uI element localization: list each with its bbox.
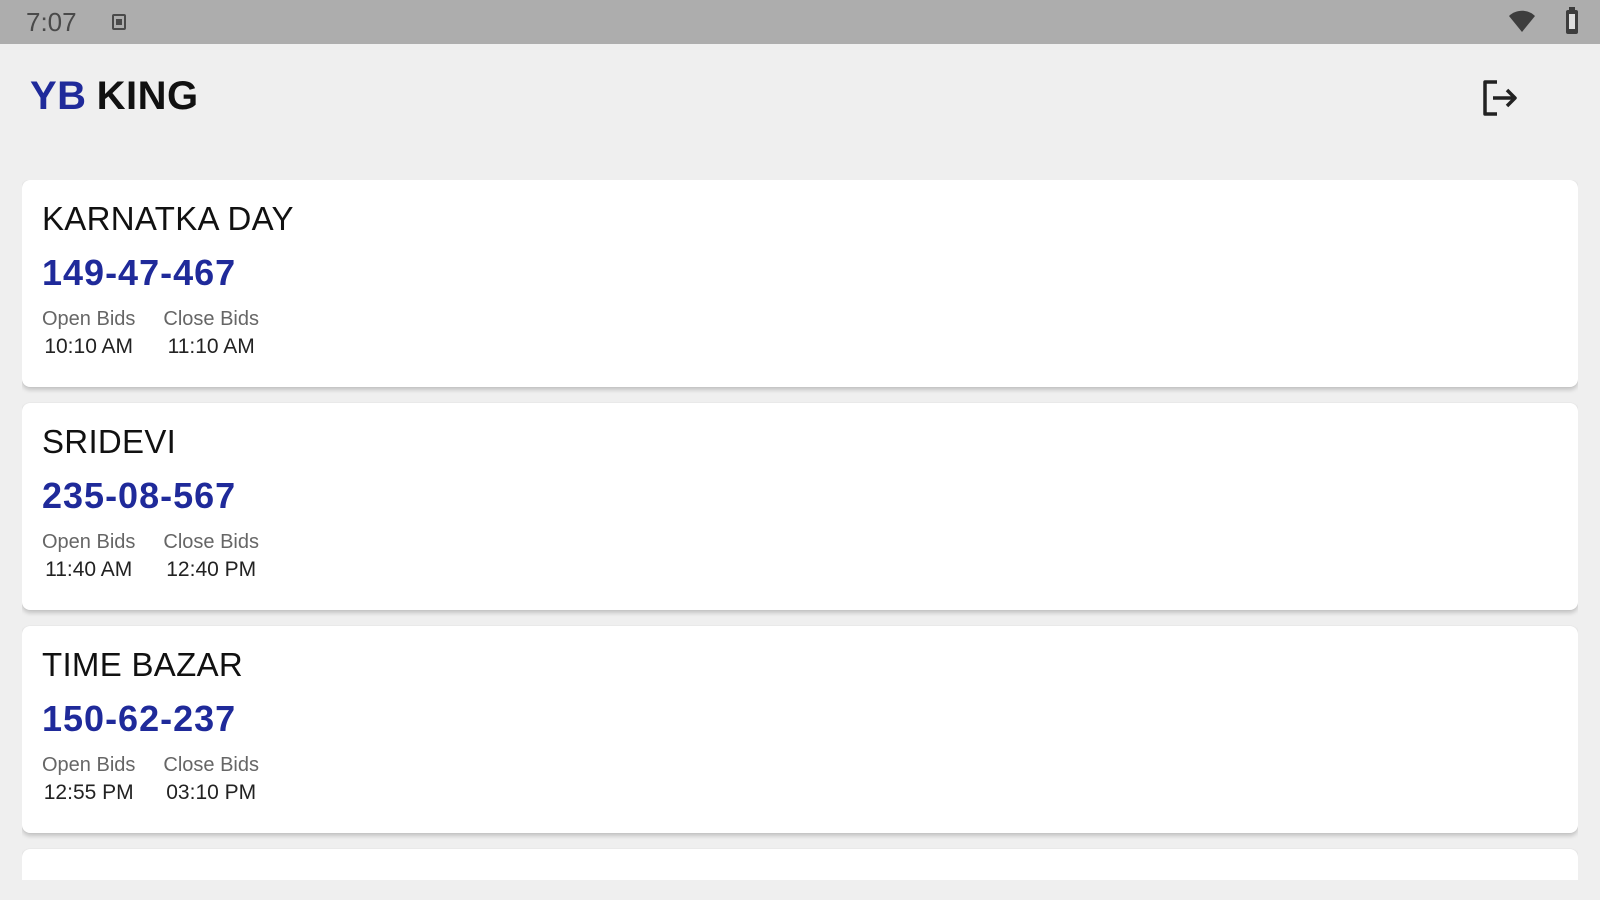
- app-header: YB KING: [0, 44, 1600, 154]
- close-bids: Close Bids 03:10 PM: [163, 754, 259, 805]
- close-bids-time: 12:40 PM: [166, 558, 257, 581]
- bid-times: Open Bids 11:40 AM Close Bids 12:40 PM: [42, 531, 1558, 582]
- close-bids-label: Close Bids: [163, 308, 259, 330]
- game-card[interactable]: SRIDEVI 235-08-567 Open Bids 11:40 AM Cl…: [22, 403, 1578, 610]
- bid-times: Open Bids 12:55 PM Close Bids 03:10 PM: [42, 754, 1558, 805]
- logout-icon: [1483, 80, 1517, 116]
- open-bids-time: 12:55 PM: [43, 781, 134, 804]
- logout-button[interactable]: [1476, 74, 1524, 122]
- close-bids-time: 03:10 PM: [166, 781, 257, 804]
- notification-icon: [112, 14, 126, 30]
- open-bids: Open Bids 11:40 AM: [42, 531, 135, 582]
- bid-times: Open Bids 10:10 AM Close Bids 11:10 AM: [42, 308, 1558, 359]
- game-card[interactable]: TIME BAZAR 150-62-237 Open Bids 12:55 PM…: [22, 626, 1578, 833]
- close-bids: Close Bids 12:40 PM: [163, 531, 259, 582]
- status-time: 7:07: [26, 7, 77, 37]
- game-list[interactable]: KARNATKA DAY 149-47-467 Open Bids 10:10 …: [22, 180, 1578, 880]
- wifi-icon: [1509, 10, 1535, 32]
- game-card-partial[interactable]: [22, 849, 1578, 880]
- close-bids-label: Close Bids: [163, 754, 259, 776]
- open-bids: Open Bids 12:55 PM: [42, 754, 135, 805]
- open-bids-time: 11:40 AM: [45, 558, 133, 581]
- game-card[interactable]: KARNATKA DAY 149-47-467 Open Bids 10:10 …: [22, 180, 1578, 387]
- battery-icon: [1566, 7, 1578, 34]
- status-icons: [1508, 7, 1578, 36]
- open-bids: Open Bids 10:10 AM: [42, 308, 135, 359]
- close-bids: Close Bids 11:10 AM: [163, 308, 259, 359]
- open-bids-label: Open Bids: [42, 308, 136, 330]
- open-bids-time: 10:10 AM: [44, 335, 134, 358]
- app-logo: YB KING: [30, 74, 199, 119]
- status-bar: 7:07: [0, 0, 1600, 44]
- game-result: 235-08-567: [42, 475, 237, 516]
- brand-part-yb: YB: [30, 74, 87, 118]
- game-name: SRIDEVI: [42, 423, 177, 460]
- game-name: TIME BAZAR: [42, 646, 244, 683]
- game-name: KARNATKA DAY: [42, 200, 294, 237]
- close-bids-label: Close Bids: [163, 531, 259, 553]
- brand-part-king: KING: [96, 74, 199, 118]
- open-bids-label: Open Bids: [42, 754, 136, 776]
- game-result: 150-62-237: [42, 698, 237, 739]
- game-result: 149-47-467: [42, 252, 237, 293]
- close-bids-time: 11:10 AM: [167, 335, 255, 358]
- open-bids-label: Open Bids: [42, 531, 136, 553]
